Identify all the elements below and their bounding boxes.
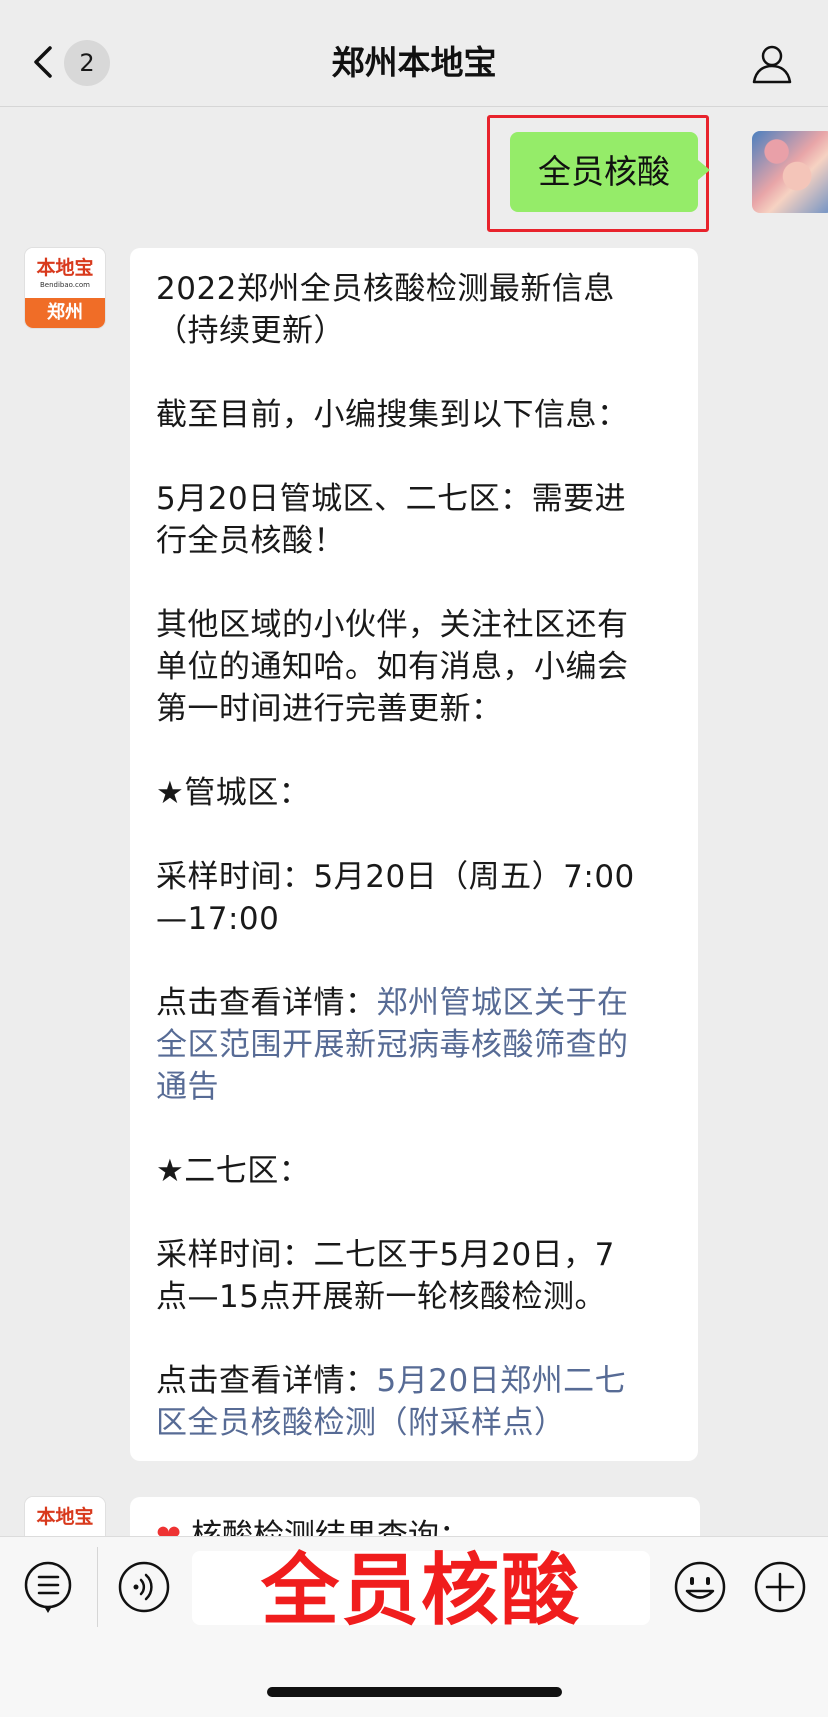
district2-time-line2: 点—15点开展新一轮核酸检测。 bbox=[156, 1279, 606, 1315]
district1-time-line2: —17:00 bbox=[156, 901, 280, 937]
bar-divider bbox=[97, 1547, 98, 1627]
user-avatar[interactable] bbox=[752, 131, 828, 213]
sender-avatar[interactable]: 本地宝 Bendibao.com 郑州 bbox=[25, 248, 105, 328]
notice-line1: 5月20日管城区、二七区：需要进 bbox=[156, 481, 627, 517]
plus-icon[interactable] bbox=[752, 1559, 808, 1615]
district2-heading: ★二七区： bbox=[156, 1153, 311, 1189]
sent-message-bubble[interactable]: 全员核酸 bbox=[510, 132, 710, 212]
district1-detail-line1: 点击查看详情：郑州管城区关于在 bbox=[156, 982, 686, 1024]
chat-header: 2 郑州本地宝 bbox=[0, 0, 828, 107]
district2-time-line1: 采样时间：二七区于5月20日，7 bbox=[156, 1237, 615, 1273]
message-title-line1: 2022郑州全员核酸检测最新信息 bbox=[156, 271, 615, 307]
brand-name: 本地宝 bbox=[36, 257, 94, 279]
overlay-caption: 全员核酸 bbox=[260, 1546, 581, 1636]
others-line1: 其他区域的小伙伴，关注社区还有 bbox=[156, 607, 629, 643]
brand-url: Bendibao.com bbox=[39, 281, 90, 289]
notice-line2: 行全员核酸！ bbox=[156, 523, 345, 559]
message-title-line2: （持续更新） bbox=[156, 313, 345, 349]
brand-name: 本地宝 bbox=[36, 1506, 94, 1528]
district2-detail-prefix: 点击查看详情： bbox=[156, 1363, 377, 1399]
home-indicator bbox=[267, 1687, 562, 1697]
voice-icon[interactable] bbox=[116, 1559, 172, 1615]
brand-city: 郑州 bbox=[25, 298, 105, 328]
others-line2: 单位的通知哈。如有消息，小编会 bbox=[156, 649, 629, 685]
district1-link[interactable]: 郑州管城区关于在 bbox=[377, 985, 629, 1021]
district1-link-line3[interactable]: 通告 bbox=[156, 1066, 686, 1108]
district1-time-line1: 采样时间：5月20日（周五）7:00 bbox=[156, 859, 635, 895]
district1-heading: ★管城区： bbox=[156, 775, 311, 811]
chat-title: 郑州本地宝 bbox=[331, 43, 497, 82]
avatar-logo: 本地宝 Bendibao.com bbox=[25, 248, 105, 298]
others-line3: 第一时间进行完善更新： bbox=[156, 691, 503, 727]
menu-list-icon[interactable] bbox=[22, 1559, 78, 1615]
district2-link[interactable]: 5月20日郑州二七 bbox=[377, 1363, 627, 1399]
district2-detail-line1: 点击查看详情：5月20日郑州二七 bbox=[156, 1360, 686, 1402]
message-intro: 截至目前，小编搜集到以下信息： bbox=[156, 397, 629, 433]
district1-link-line2[interactable]: 全区范围开展新冠病毒核酸筛查的 bbox=[156, 1024, 686, 1066]
emoji-icon[interactable] bbox=[672, 1559, 728, 1615]
person-icon[interactable] bbox=[750, 42, 794, 86]
received-message-bubble[interactable]: 2022郑州全员核酸检测最新信息 （持续更新） 截至目前，小编搜集到以下信息： … bbox=[130, 248, 698, 1461]
district1-detail-prefix: 点击查看详情： bbox=[156, 985, 377, 1021]
district2-link-line2[interactable]: 区全员核酸检测（附采样点） bbox=[156, 1402, 686, 1444]
